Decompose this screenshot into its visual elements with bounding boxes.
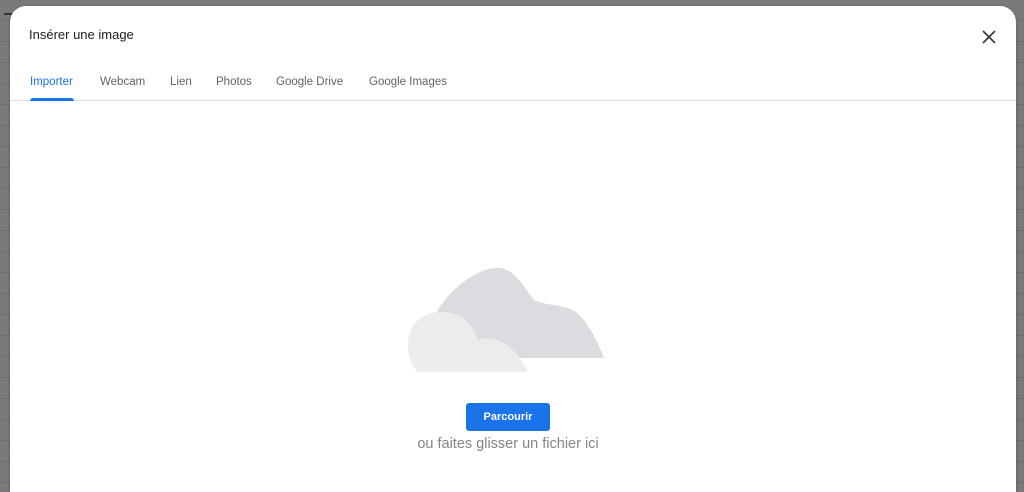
drop-hint-text: ou faites glisser un fichier ici	[417, 436, 599, 452]
tab-importer[interactable]: Importer	[30, 76, 73, 88]
insert-image-dialog: Insérer une image Importer Webcam Lien P…	[10, 6, 1016, 492]
tab-photos[interactable]: Photos	[216, 76, 252, 88]
close-button[interactable]	[976, 24, 1002, 50]
dialog-title: Insérer une image	[29, 27, 134, 42]
tab-lien[interactable]: Lien	[170, 76, 192, 88]
tab-bar: Importer Webcam Lien Photos Google Drive…	[10, 68, 1016, 101]
browse-button[interactable]: Parcourir	[466, 403, 550, 431]
cloud-illustration	[408, 267, 604, 372]
tab-google-images[interactable]: Google Images	[369, 76, 447, 88]
close-icon	[982, 30, 996, 44]
tab-webcam[interactable]: Webcam	[100, 76, 145, 88]
tab-google-drive[interactable]: Google Drive	[276, 76, 343, 88]
active-tab-indicator	[30, 98, 74, 101]
